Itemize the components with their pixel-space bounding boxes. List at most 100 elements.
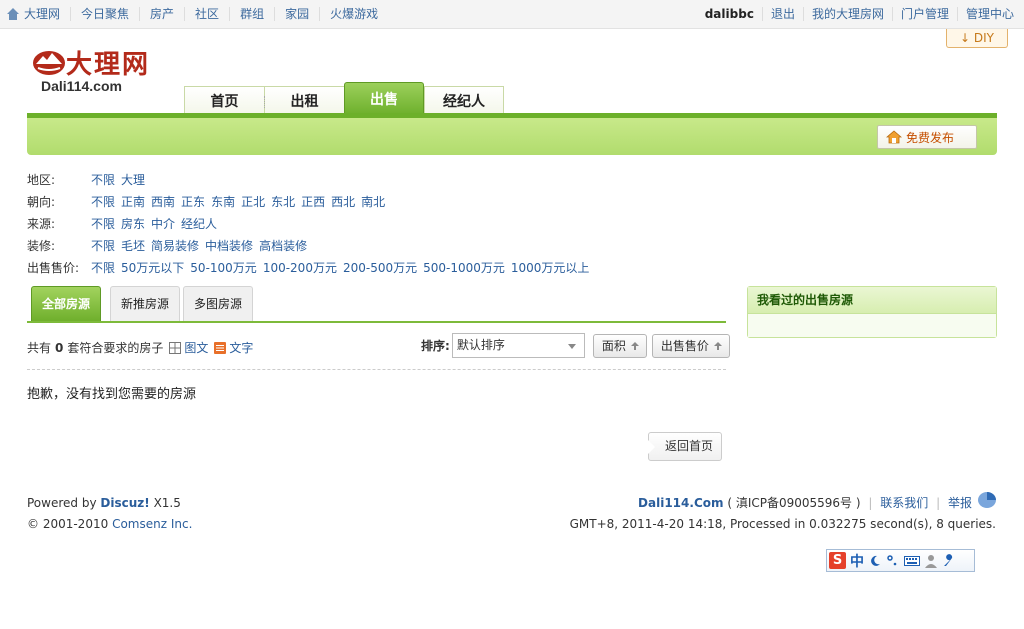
filter-option[interactable]: 不限 xyxy=(91,193,115,210)
sogou-logo-icon: S xyxy=(829,552,846,569)
top-bar: 大理网 今日聚焦 房产 社区 群组 家园 火爆游戏 dalibbc 退出 我的大… xyxy=(0,0,1024,29)
diy-button[interactable]: ↓ DIY xyxy=(946,29,1008,48)
copyright: © 2001-2010 Comsenz Inc. xyxy=(27,514,192,535)
sort-area-label: 面积 xyxy=(601,338,626,353)
filter-row-price: 出售售价: 不限 50万元以下 50-100万元 100-200万元 200-5… xyxy=(27,256,595,278)
wrench-icon[interactable] xyxy=(942,553,956,568)
filter-option[interactable]: 200-500万元 xyxy=(343,259,417,276)
logo-emblem-icon xyxy=(33,51,65,75)
filter-panel: 地区: 不限 大理 朝向: 不限 正南 西南 正东 东南 正北 东北 正西 西北… xyxy=(27,168,595,278)
filter-option[interactable]: 东南 xyxy=(211,193,235,210)
sort-select[interactable]: 默认排序 xyxy=(451,333,585,358)
top-link-home[interactable]: 家园 xyxy=(275,7,321,21)
nav-tab-agent[interactable]: 经纪人 xyxy=(424,86,504,116)
logo-text-cn: 大理网 xyxy=(66,50,151,80)
filter-option[interactable]: 不限 xyxy=(91,237,115,254)
filter-option[interactable]: 毛坯 xyxy=(121,237,145,254)
filter-option[interactable]: 西南 xyxy=(151,193,175,210)
filter-option[interactable]: 中档装修 xyxy=(205,237,253,254)
filter-option[interactable]: 中介 xyxy=(151,215,175,232)
sort-controls: 排序: 默认排序 面积 出售售价 xyxy=(421,333,730,358)
home-icon[interactable] xyxy=(6,7,20,21)
filter-option[interactable]: 100-200万元 xyxy=(263,259,337,276)
filter-option[interactable]: 50-100万元 xyxy=(190,259,257,276)
filter-option[interactable]: 不限 xyxy=(91,171,115,188)
filter-option[interactable]: 1000万元以上 xyxy=(511,259,590,276)
my-house-link[interactable]: 我的大理房网 xyxy=(804,7,893,21)
top-link-groups[interactable]: 群组 xyxy=(230,7,276,21)
filter-option[interactable]: 正北 xyxy=(241,193,265,210)
top-link-community[interactable]: 社区 xyxy=(185,7,231,21)
diy-label: DIY xyxy=(973,31,994,45)
viewed-listings-box: 我看过的出售房源 xyxy=(747,286,997,338)
result-count: 共有 0 套符合要求的房子 图文 文字 xyxy=(27,339,253,356)
nav-tab-home[interactable]: 首页 xyxy=(184,86,264,116)
stats-pie-icon[interactable] xyxy=(977,491,997,509)
tab-new-listings[interactable]: 新推房源 xyxy=(110,286,181,321)
arrow-up-icon xyxy=(713,341,722,350)
nav-tab-sale[interactable]: 出售 xyxy=(344,82,424,116)
top-link-house[interactable]: 房产 xyxy=(140,7,186,21)
free-publish-button[interactable]: 免费发布 xyxy=(877,125,977,149)
ime-toolbar[interactable]: S 中 xyxy=(826,549,975,572)
sort-area-button[interactable]: 面积 xyxy=(592,333,647,358)
footer-right: Dali114.Com ( 滇ICP备09005596号 ) | 联系我们 | … xyxy=(570,493,996,535)
filter-option[interactable]: 正南 xyxy=(121,193,145,210)
ime-lang[interactable]: 中 xyxy=(850,551,864,571)
powered-version: X1.5 xyxy=(153,496,181,510)
filter-option[interactable]: 简易装修 xyxy=(151,237,199,254)
view-text-link[interactable]: 文字 xyxy=(229,339,253,356)
discuz-link[interactable]: Discuz! xyxy=(100,496,149,510)
username-link[interactable]: dalibbc xyxy=(697,7,763,21)
top-nav: 大理网 今日聚焦 房产 社区 群组 家园 火爆游戏 xyxy=(6,7,388,21)
logout-link[interactable]: 退出 xyxy=(763,7,804,21)
moon-icon[interactable] xyxy=(868,554,882,568)
site-link[interactable]: Dali114.Com xyxy=(638,496,723,510)
admin-center-link[interactable]: 管理中心 xyxy=(958,7,1014,21)
punctuation-icon[interactable] xyxy=(886,554,900,568)
house-publish-icon xyxy=(886,130,902,144)
filter-option[interactable]: 正东 xyxy=(181,193,205,210)
filter-option[interactable]: 正西 xyxy=(301,193,325,210)
grid-view-icon[interactable] xyxy=(169,341,182,354)
filter-option[interactable]: 房东 xyxy=(121,215,145,232)
comsenz-link[interactable]: Comsenz Inc. xyxy=(112,517,192,531)
top-link-games[interactable]: 火爆游戏 xyxy=(320,7,388,21)
nav-tab-rent[interactable]: 出租 xyxy=(264,86,344,116)
filter-option[interactable]: 500-1000万元 xyxy=(423,259,505,276)
down-arrow-icon: ↓ xyxy=(960,31,971,45)
filter-option[interactable]: 经纪人 xyxy=(181,215,217,232)
tab-multi-image-listings[interactable]: 多图房源 xyxy=(183,286,254,321)
filter-option[interactable]: 不限 xyxy=(91,215,115,232)
top-link-focus[interactable]: 今日聚焦 xyxy=(71,7,141,21)
filter-option[interactable]: 大理 xyxy=(121,171,145,188)
top-link-dali[interactable]: 大理网 xyxy=(24,7,72,21)
tab-all-listings[interactable]: 全部房源 xyxy=(31,286,102,321)
filter-row-area: 地区: 不限 大理 xyxy=(27,168,595,190)
icp-text[interactable]: ( 滇ICP备09005596号 ) xyxy=(727,496,860,510)
filter-option[interactable]: 高档装修 xyxy=(259,237,307,254)
count-suffix: 套符合要求的房子 xyxy=(67,341,164,355)
contact-link[interactable]: 联系我们 xyxy=(880,496,928,510)
keyboard-icon[interactable] xyxy=(904,554,920,568)
list-view-icon[interactable] xyxy=(214,341,227,354)
filter-row-decoration: 装修: 不限 毛坯 简易装修 中档装修 高档装修 xyxy=(27,234,595,256)
portal-admin-link[interactable]: 门户管理 xyxy=(893,7,958,21)
filter-option[interactable]: 西北 xyxy=(331,193,355,210)
back-home-button[interactable]: 返回首页 xyxy=(648,432,722,461)
filter-label: 出售售价: xyxy=(27,260,80,275)
filter-option[interactable]: 50万元以下 xyxy=(121,259,184,276)
powered-prefix: Powered by xyxy=(27,496,97,510)
site-logo[interactable]: 大理网 Dali114.com xyxy=(32,44,162,96)
sort-price-button[interactable]: 出售售价 xyxy=(651,333,730,358)
filter-option[interactable]: 东北 xyxy=(271,193,295,210)
report-link[interactable]: 举报 xyxy=(948,496,972,510)
view-pic-link[interactable]: 图文 xyxy=(184,339,208,356)
viewed-listings-title: 我看过的出售房源 xyxy=(748,287,996,314)
powered-by: Powered by Discuz! X1.5 xyxy=(27,493,192,514)
filter-option[interactable]: 不限 xyxy=(91,259,115,276)
user-icon[interactable] xyxy=(924,554,938,568)
arrow-up-icon xyxy=(630,341,639,350)
back-notch xyxy=(648,440,655,454)
filter-option[interactable]: 南北 xyxy=(361,193,385,210)
